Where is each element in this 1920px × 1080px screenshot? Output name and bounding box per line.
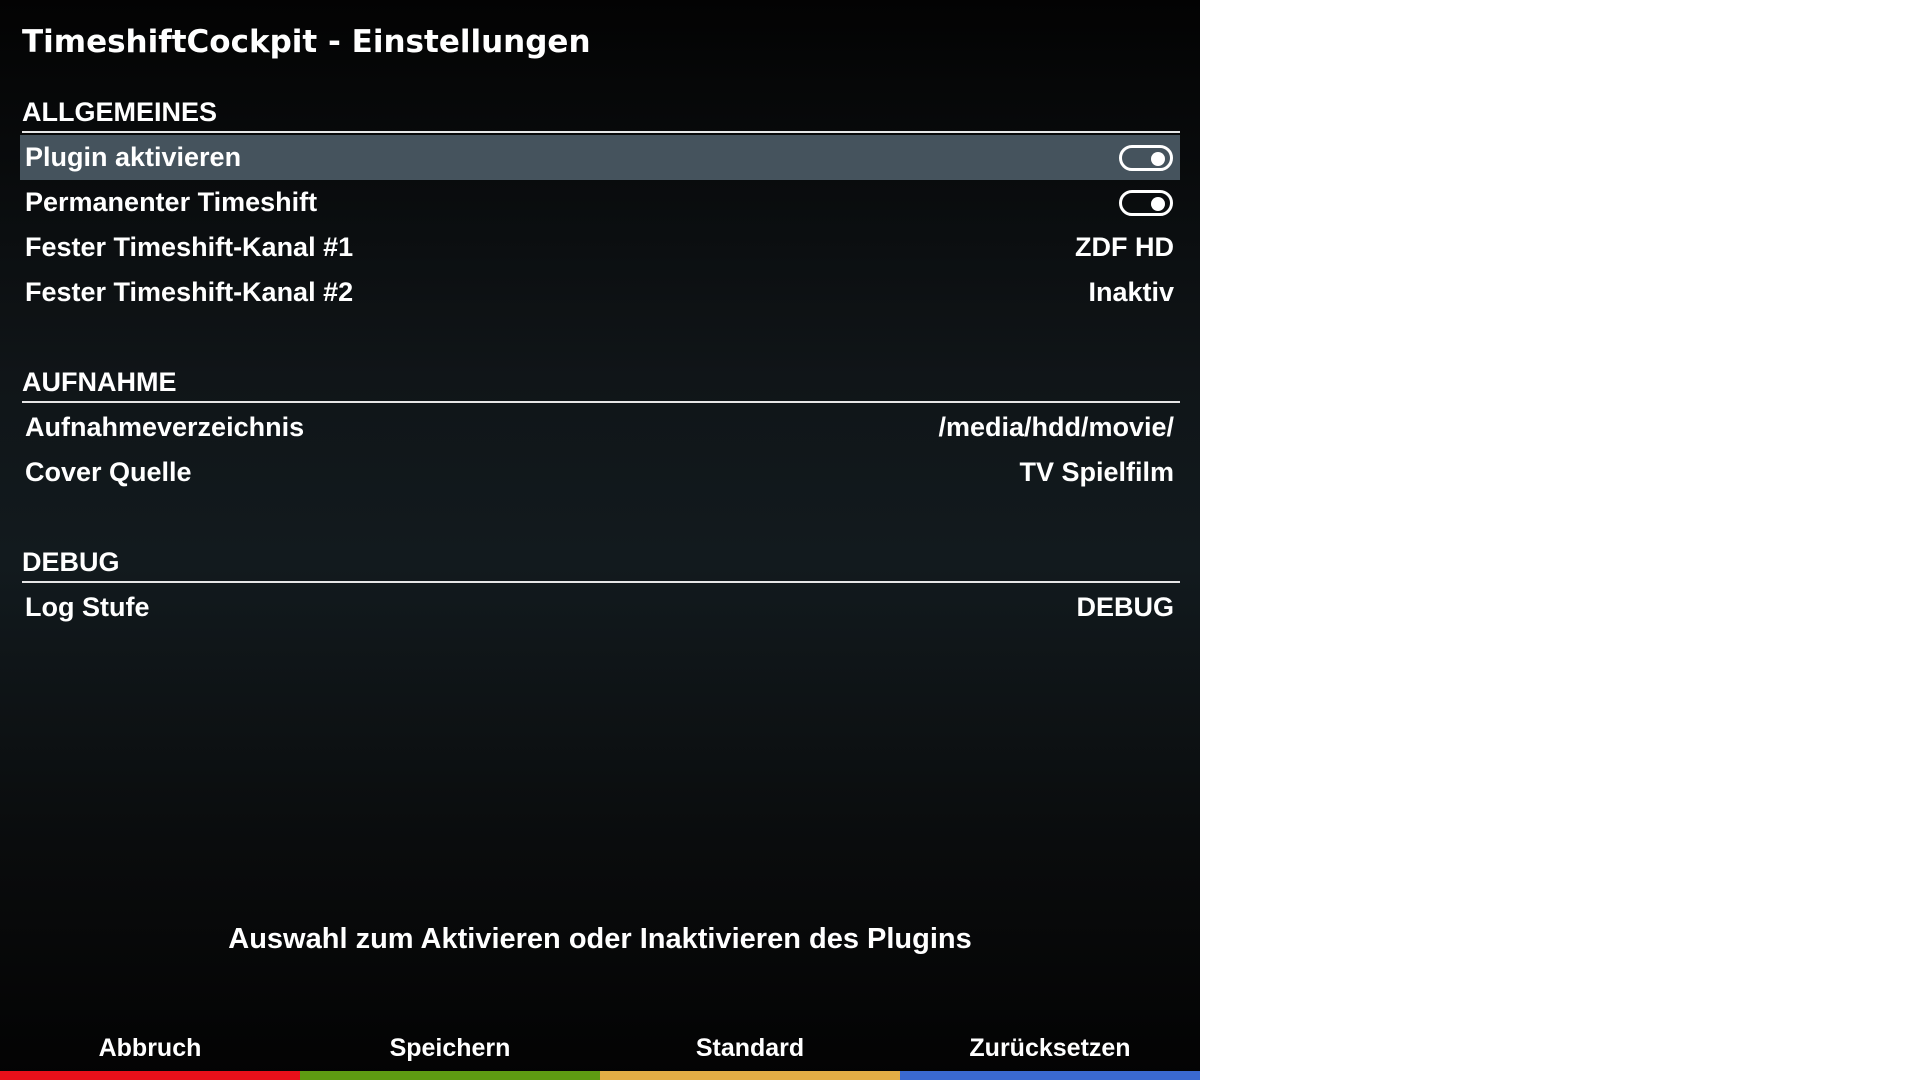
- setting-label: Fester Timeshift-Kanal #1: [25, 232, 354, 262]
- blue-button-reset[interactable]: Zurücksetzen: [900, 1016, 1200, 1080]
- setting-channel-2[interactable]: Fester Timeshift-Kanal #2 Inaktiv: [20, 270, 1180, 315]
- red-color-bar: [0, 1071, 300, 1080]
- green-button-save[interactable]: Speichern: [300, 1016, 600, 1080]
- green-color-bar: [300, 1071, 600, 1080]
- help-text: Auswahl zum Aktivieren oder Inaktivieren…: [228, 923, 972, 955]
- setting-label: Fester Timeshift-Kanal #2: [25, 277, 354, 307]
- red-button-cancel[interactable]: Abbruch: [0, 1016, 300, 1080]
- setting-label: Plugin aktivieren: [25, 142, 242, 172]
- setting-channel-1[interactable]: Fester Timeshift-Kanal #1 ZDF HD: [20, 225, 1180, 270]
- setting-value: DEBUG: [1076, 592, 1174, 622]
- section-header-allgemeines: ALLGEMEINES: [22, 95, 1180, 133]
- setting-log-level[interactable]: Log Stufe DEBUG: [20, 585, 1180, 630]
- button-label: Abbruch: [98, 1034, 202, 1062]
- setting-label: Log Stufe: [25, 592, 150, 622]
- setting-record-directory[interactable]: Aufnahmeverzeichnis /media/hdd/movie/: [20, 405, 1180, 450]
- page-title: TimeshiftCockpit - Einstellungen: [22, 24, 591, 60]
- button-label: Zurücksetzen: [969, 1034, 1131, 1062]
- setting-cover-source[interactable]: Cover Quelle TV Spielfilm: [20, 450, 1180, 495]
- setting-permanent-timeshift[interactable]: Permanenter Timeshift: [20, 180, 1180, 225]
- blue-color-bar: [900, 1071, 1200, 1080]
- button-label: Speichern: [389, 1034, 511, 1062]
- setting-value: TV Spielfilm: [1019, 457, 1174, 487]
- setting-value: ZDF HD: [1075, 232, 1174, 262]
- toggle-switch[interactable]: [1119, 144, 1173, 171]
- setting-label: Cover Quelle: [25, 457, 192, 487]
- settings-panel: TimeshiftCockpit - Einstellungen ALLGEME…: [0, 0, 1200, 1080]
- toggle-switch[interactable]: [1119, 189, 1173, 216]
- setting-value: /media/hdd/movie/: [938, 412, 1174, 442]
- section-header-aufnahme: AUFNAHME: [22, 365, 1180, 403]
- setting-value: Inaktiv: [1088, 277, 1174, 307]
- setting-label: Aufnahmeverzeichnis: [25, 412, 305, 442]
- yellow-button-default[interactable]: Standard: [600, 1016, 900, 1080]
- button-label: Standard: [695, 1034, 805, 1062]
- toggle-knob: [1151, 151, 1165, 166]
- yellow-color-bar: [600, 1071, 900, 1080]
- toggle-knob: [1151, 196, 1165, 211]
- setting-label: Permanenter Timeshift: [25, 187, 318, 217]
- setting-plugin-activate[interactable]: Plugin aktivieren: [20, 135, 1180, 180]
- section-header-debug: DEBUG: [22, 545, 1180, 583]
